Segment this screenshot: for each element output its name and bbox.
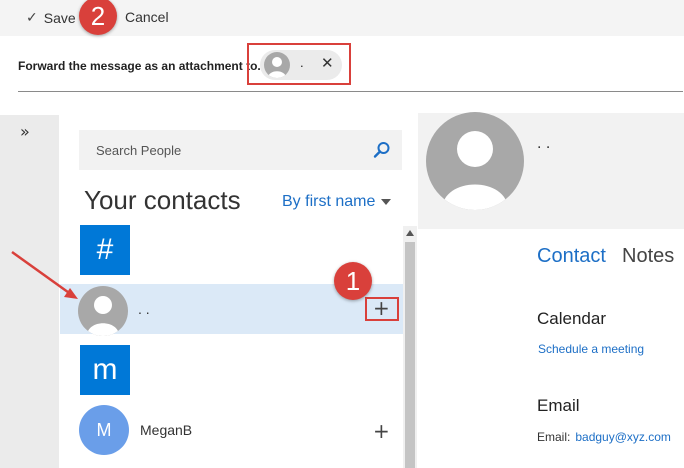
schedule-meeting-link[interactable]: Schedule a meeting [538,342,644,356]
avatar: M [79,405,129,455]
left-rail [0,115,59,468]
contact-name: . . [138,301,150,317]
contact-list: # . . + m M MeganB + [60,222,403,468]
person-icon [264,52,290,78]
contact-row[interactable]: M MeganB + [60,405,403,455]
search-box [79,130,402,170]
expand-icon[interactable]: » [20,122,30,141]
tab-contact[interactable]: Contact [537,245,606,268]
save-button[interactable]: ✓ Save [26,8,76,28]
people-picker-window: ✓ Save Cancel Forward the message as an … [0,0,684,468]
recipient-name: . [300,55,304,70]
forward-label: Forward the message as an attachment to.… [18,59,265,73]
close-icon[interactable]: ✕ [321,54,334,72]
email-link[interactable]: badguy@xyz.com [575,430,671,444]
step-badge-1: 1 [334,262,372,300]
cancel-button[interactable]: Cancel [125,9,169,25]
email-title: Email [537,396,580,415]
checkmark-icon: ✓ [26,10,38,26]
caret-down-icon [381,199,392,205]
detail-name: . . [537,135,551,152]
group-header-hash: # [80,225,130,275]
scroll-up-icon[interactable] [406,230,414,236]
sort-label: By first name [282,193,376,210]
recipient-chip[interactable]: . ✕ [260,50,342,80]
person-icon [426,112,524,210]
search-icon[interactable] [373,141,391,159]
search-input[interactable] [79,130,369,170]
scrollbar-thumb[interactable] [405,242,415,468]
plus-icon[interactable]: + [373,421,390,441]
calendar-title: Calendar [537,309,606,328]
plus-icon[interactable]: + [373,298,390,318]
person-icon [78,286,128,336]
email-row: Email: badguy@xyz.com [537,430,671,444]
contact-name: MeganB [140,422,193,438]
tab-notes[interactable]: Notes [622,245,674,268]
group-header-m: m [80,345,130,395]
sort-dropdown[interactable]: By first name [282,193,392,211]
save-label: Save [43,10,76,26]
email-label: Email: [537,430,571,444]
divider [18,91,683,92]
scrollbar[interactable] [403,226,417,468]
contacts-title: Your contacts [84,185,241,215]
